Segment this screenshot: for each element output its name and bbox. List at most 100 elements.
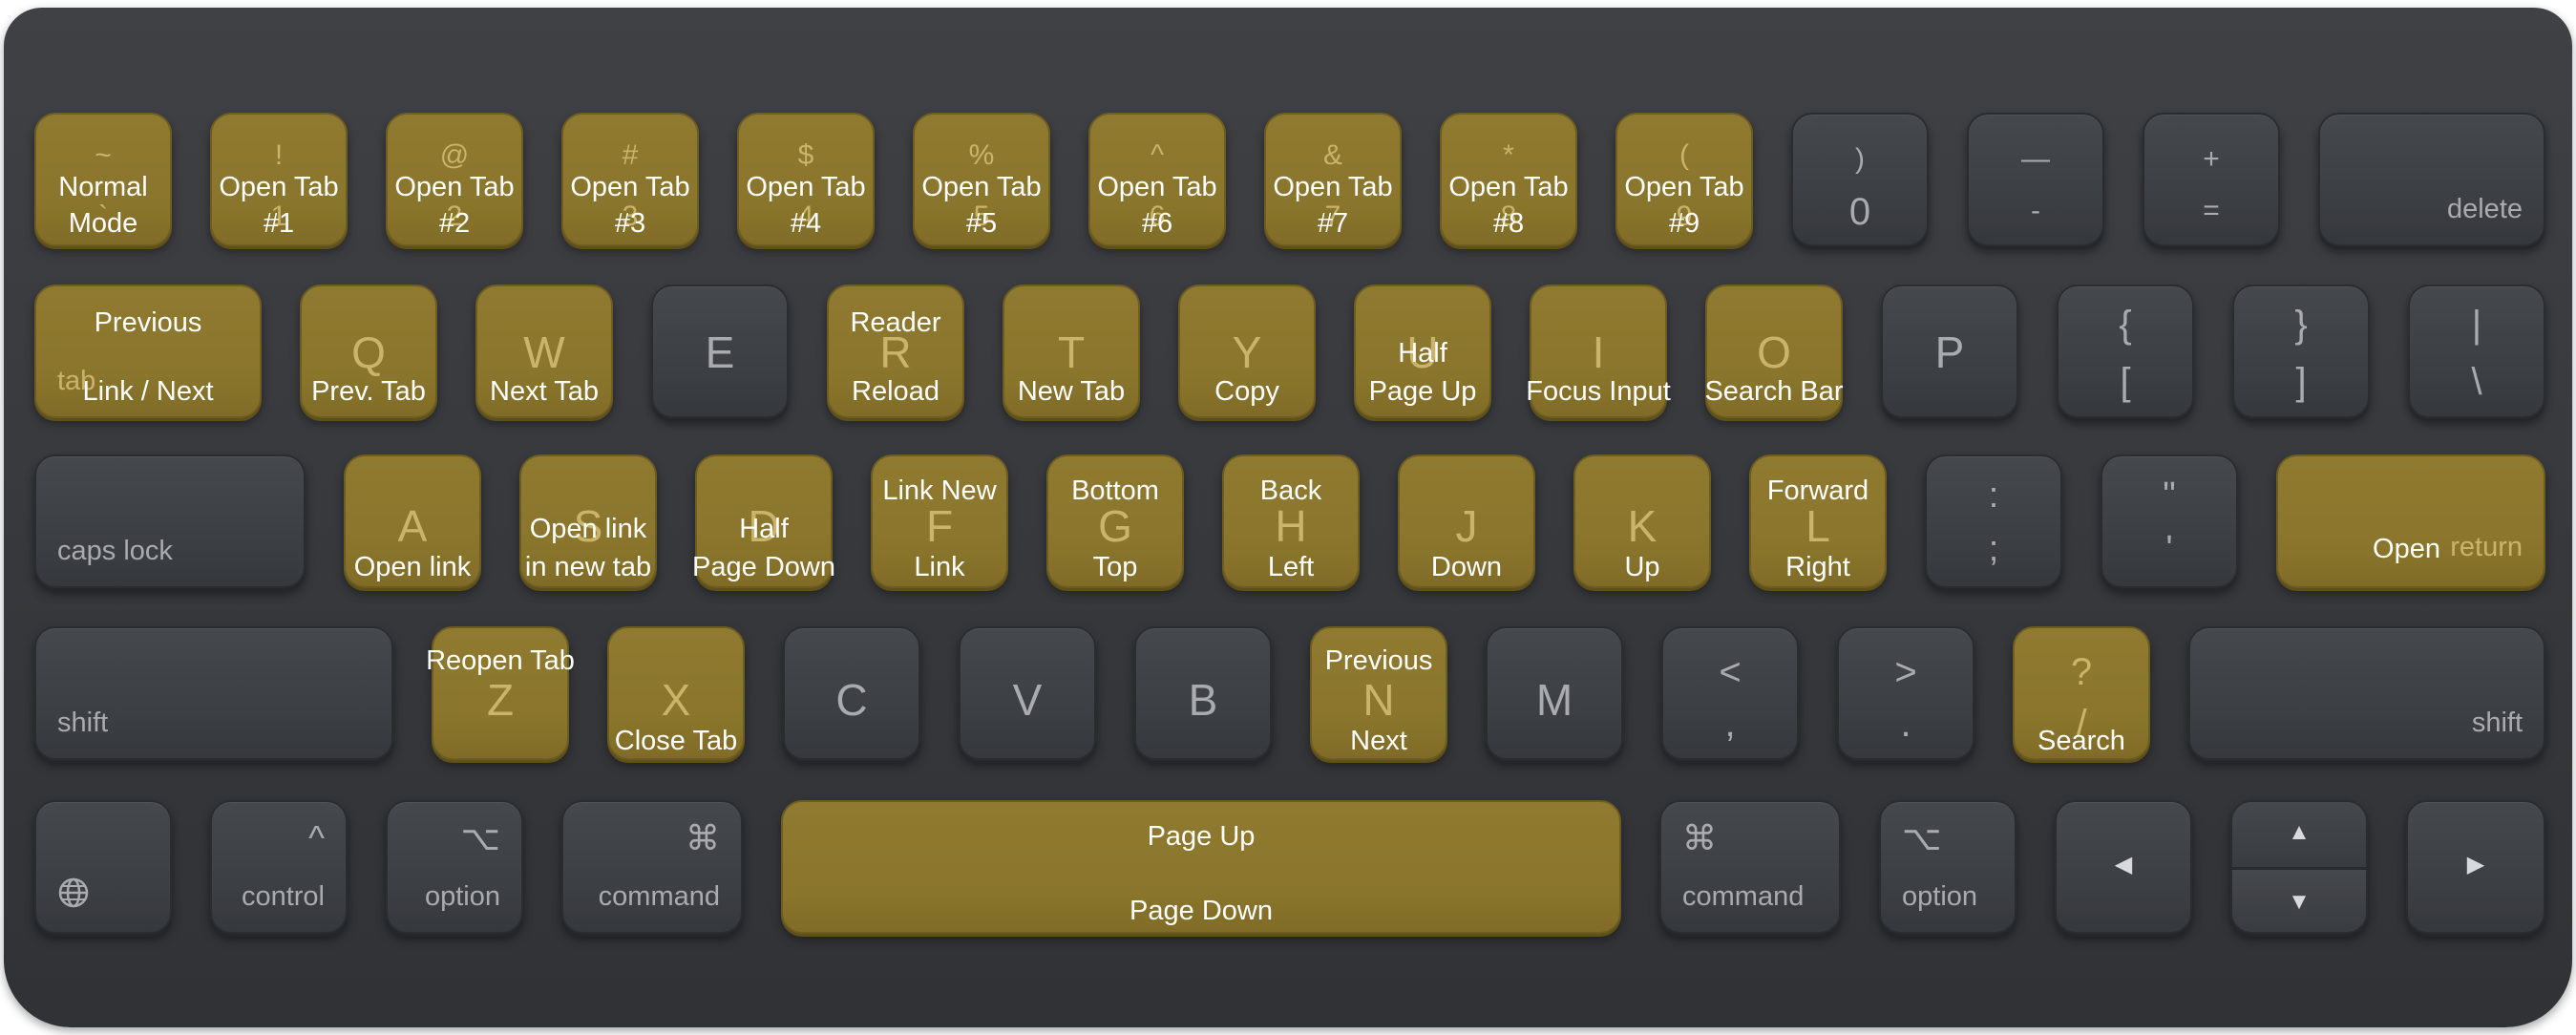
key-f[interactable]: F Link New Link <box>871 454 1008 588</box>
key-bottom-symbol: 1 <box>270 201 287 232</box>
key-option-left[interactable]: ⌥ option <box>386 800 523 934</box>
key-s[interactable]: S Open link in new tab <box>519 454 657 588</box>
key-h[interactable]: H Back Left <box>1222 454 1360 588</box>
key-2[interactable]: @ 2 Open Tab #2 <box>386 113 523 246</box>
key-p[interactable]: P <box>1881 285 2018 418</box>
key-k[interactable]: K Up <box>1573 454 1711 588</box>
key-top-symbol: } <box>2294 304 2308 346</box>
key-letter: C <box>835 675 868 725</box>
key-backslash[interactable]: | \ <box>2408 285 2545 418</box>
key-space[interactable]: Page Up Page Down <box>781 800 1621 934</box>
key-y[interactable]: Y Copy <box>1178 285 1316 418</box>
key-minus[interactable]: — - <box>1967 113 2104 246</box>
key-i[interactable]: I Focus Input <box>1526 285 1671 418</box>
key-top-symbol: ^ <box>1150 139 1165 171</box>
key-bottom-symbol: 0 <box>1848 191 1871 233</box>
key-j[interactable]: J Down <box>1398 454 1535 588</box>
key-command-left[interactable]: ⌘ command <box>561 800 743 934</box>
key-desc-line1: Up <box>1624 552 1660 582</box>
key-label: shift <box>57 708 109 738</box>
key-7[interactable]: & 7 Open Tab #7 <box>1264 113 1402 246</box>
key-3[interactable]: # 3 Open Tab #3 <box>561 113 699 246</box>
key-bottom-symbol: 2 <box>446 201 463 232</box>
key-letter: L <box>1805 501 1830 551</box>
key-label: command <box>1682 881 1805 912</box>
key-command-right[interactable]: ⌘ command <box>1659 800 1841 934</box>
key-letter: J <box>1455 501 1478 551</box>
key-desc-line1: Down <box>1430 552 1503 582</box>
key-arrow-up[interactable]: ▲ <box>2232 802 2366 867</box>
key-d[interactable]: D Half Page Down <box>692 454 835 588</box>
key-top-symbol: " <box>2163 475 2176 516</box>
key-period[interactable]: > . <box>1837 626 1974 760</box>
key-desc-line2: #4 <box>790 208 822 239</box>
key-b[interactable]: B <box>1134 626 1272 760</box>
key-m[interactable]: M <box>1486 626 1623 760</box>
key-desc-line1: Half <box>1398 338 1447 369</box>
key-desc-line1: Link New <box>882 475 997 506</box>
key-top-symbol: > <box>1894 651 1917 693</box>
key-label: return <box>2450 532 2523 562</box>
arrow-up-down-cluster: ▲ ▼ <box>2230 800 2368 934</box>
key-comma[interactable]: < , <box>1661 626 1799 760</box>
key-desc-line1: Half <box>739 514 789 544</box>
key-bottom-symbol: , <box>1724 703 1736 745</box>
key-left-bracket[interactable]: { [ <box>2057 285 2194 418</box>
key-a[interactable]: A Open link <box>344 454 481 588</box>
key-caps-lock[interactable]: caps lock <box>34 454 306 588</box>
key-label: shift <box>2471 708 2523 738</box>
key-return[interactable]: return Open <box>2276 454 2545 588</box>
key-desc-line1: Open Tab <box>1624 172 1744 202</box>
key-shift-left[interactable]: shift <box>34 626 393 760</box>
key-slash[interactable]: ? / Search <box>2013 626 2150 760</box>
key-letter: K <box>1627 501 1658 551</box>
key-letter: O <box>1757 327 1791 377</box>
key-5[interactable]: % 5 Open Tab #5 <box>913 113 1050 246</box>
key-letter: Q <box>351 327 386 377</box>
key-letter: R <box>879 327 912 377</box>
key-n[interactable]: N Previous Next <box>1310 626 1447 760</box>
key-arrow-down[interactable]: ▼ <box>2232 867 2366 932</box>
key-c[interactable]: C <box>783 626 920 760</box>
key-desc-line1: Open Tab <box>746 172 866 202</box>
key-8[interactable]: * 8 Open Tab #8 <box>1440 113 1577 246</box>
key-v[interactable]: V <box>959 626 1096 760</box>
key-x[interactable]: X Close Tab <box>607 626 745 760</box>
key-label: caps lock <box>57 536 173 566</box>
key-delete[interactable]: delete <box>2318 113 2545 246</box>
key-q[interactable]: Q Prev. Tab <box>300 285 437 418</box>
key-semicolon[interactable]: : ; <box>1925 454 2062 588</box>
key-top-symbol: | <box>2471 304 2482 346</box>
key-bottom-symbol: 6 <box>1149 201 1166 232</box>
key-4[interactable]: $ 4 Open Tab #4 <box>737 113 875 246</box>
key-top-symbol: & <box>1322 139 1342 171</box>
key-g[interactable]: G Bottom Top <box>1046 454 1184 588</box>
key-desc-line2: #5 <box>965 208 998 239</box>
key-z[interactable]: Z Reopen Tab <box>426 626 575 760</box>
key-arrow-right[interactable]: ▶ <box>2406 800 2545 934</box>
key-6[interactable]: ^ 6 Open Tab #6 <box>1088 113 1226 246</box>
key-shift-right[interactable]: shift <box>2188 626 2545 760</box>
key-quote[interactable]: " ' <box>2101 454 2238 588</box>
key-0[interactable]: ) 0 <box>1791 113 1929 246</box>
key-control[interactable]: ^ control <box>210 800 348 934</box>
key-9[interactable]: ( 9 Open Tab #9 <box>1615 113 1753 246</box>
key-o[interactable]: O Search Bar <box>1704 285 1844 418</box>
key-arrow-left[interactable]: ◀ <box>2055 800 2192 934</box>
key-r[interactable]: R Reader Reload <box>827 285 964 418</box>
key-t[interactable]: T New Tab <box>1003 285 1140 418</box>
key-l[interactable]: L Forward Right <box>1749 454 1887 588</box>
key-tab[interactable]: tab Previous Link / Next <box>34 285 262 418</box>
key-u[interactable]: U Half Page Up <box>1354 285 1491 418</box>
key-equals[interactable]: + = <box>2143 113 2280 246</box>
key-option-right[interactable]: ⌥ option <box>1879 800 2016 934</box>
key-w[interactable]: W Next Tab <box>475 285 613 418</box>
key-top-symbol: — <box>2021 143 2050 175</box>
key-desc-line2: #9 <box>1668 208 1700 239</box>
key-right-bracket[interactable]: } ] <box>2232 285 2370 418</box>
key-1[interactable]: ! 1 Open Tab #1 <box>210 113 348 246</box>
key-backtick[interactable]: ~ ` Normal Mode <box>34 113 172 246</box>
key-globe[interactable] <box>34 800 172 934</box>
key-bottom-symbol: ` <box>98 201 108 232</box>
key-e[interactable]: E <box>651 285 789 418</box>
